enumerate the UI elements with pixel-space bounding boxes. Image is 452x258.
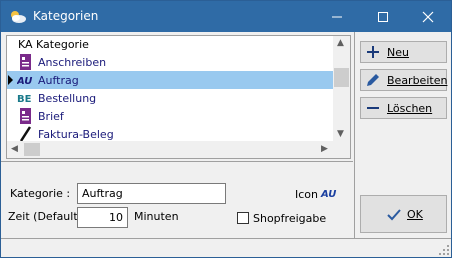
close-icon <box>422 11 434 23</box>
minus-icon <box>367 107 379 109</box>
maximize-button[interactable] <box>360 1 406 32</box>
kategorien-window: Kategorien KA Kategorie Anschreiben AU A… <box>0 0 452 258</box>
scroll-down-icon[interactable]: ▼ <box>337 130 344 139</box>
ok-button[interactable]: OK <box>360 195 447 233</box>
pen-icon <box>19 126 32 142</box>
au-text-icon: AU <box>17 76 32 87</box>
current-row-marker-icon <box>8 75 13 85</box>
be-text-icon: BE <box>17 94 32 105</box>
checkmark-icon <box>387 209 401 221</box>
maximize-icon <box>378 12 388 22</box>
svg-text:BE: BE <box>17 94 32 105</box>
horizontal-scrollbar[interactable]: ◀ ▶ <box>7 141 334 158</box>
divider <box>1 161 353 162</box>
list-header: KA Kategorie <box>7 36 334 53</box>
icon-label: Icon <box>295 188 318 201</box>
minimize-button[interactable] <box>314 1 360 32</box>
plus-icon <box>367 46 379 58</box>
purple-document-icon <box>20 54 31 70</box>
bearbeiten-button-label: Bearbeiten <box>387 74 448 87</box>
svg-text:AU: AU <box>320 189 336 200</box>
bearbeiten-button[interactable]: Bearbeiten <box>360 69 447 91</box>
status-bar <box>1 238 451 257</box>
list-item-label: Auftrag <box>38 74 79 87</box>
list-item-label: Bestellung <box>38 92 97 105</box>
vertical-scroll-thumb[interactable] <box>334 68 349 87</box>
scroll-up-icon[interactable]: ▲ <box>337 39 344 48</box>
close-button[interactable] <box>405 1 451 32</box>
window-title: Kategorien <box>33 9 99 23</box>
scroll-right-icon[interactable]: ▶ <box>321 145 328 154</box>
zeit-input[interactable] <box>77 207 128 228</box>
action-panel: Neu Bearbeiten Löschen OK <box>354 32 451 238</box>
list-item[interactable]: Brief <box>7 107 334 125</box>
column-header-ka[interactable]: KA <box>18 38 33 51</box>
svg-text:AU: AU <box>17 76 32 87</box>
resize-grip-icon[interactable] <box>439 245 449 255</box>
au-preview-icon[interactable]: AU <box>320 185 340 201</box>
loeschen-button-label: Löschen <box>387 102 433 115</box>
list-item[interactable]: BE Bestellung <box>7 89 334 107</box>
horizontal-scroll-thumb[interactable] <box>24 143 40 156</box>
kategorie-label: Kategorie : <box>10 187 71 200</box>
ok-button-label: OK <box>407 208 423 221</box>
neu-button[interactable]: Neu <box>360 41 447 63</box>
column-header-kategorie[interactable]: Kategorie <box>36 38 89 51</box>
loeschen-button[interactable]: Löschen <box>360 97 447 119</box>
minuten-label: Minuten <box>134 210 179 223</box>
scroll-corner <box>333 141 350 158</box>
scroll-left-icon[interactable]: ◀ <box>11 145 18 154</box>
title-bar[interactable]: Kategorien <box>1 1 451 32</box>
vertical-scrollbar[interactable]: ▲ ▼ <box>333 36 350 142</box>
pencil-icon <box>367 74 379 86</box>
kategorie-input[interactable] <box>77 183 226 204</box>
zeit-label: Zeit (Default): <box>8 210 86 223</box>
list-item[interactable]: Anschreiben <box>7 53 334 71</box>
shopfreigabe-label[interactable]: Shopfreigabe <box>253 212 326 225</box>
list-item-label: Brief <box>38 110 64 123</box>
app-cloud-icon <box>11 11 26 23</box>
shopfreigabe-checkbox[interactable] <box>237 212 249 224</box>
minimize-icon <box>332 16 342 18</box>
list-item-label: Anschreiben <box>38 56 107 69</box>
category-list[interactable]: KA Kategorie Anschreiben AU Auftrag BE B… <box>6 35 351 159</box>
purple-document-icon <box>20 108 31 124</box>
list-item-selected[interactable]: AU Auftrag <box>7 71 334 89</box>
neu-button-label: Neu <box>387 46 409 59</box>
list-item-label: Faktura-Beleg <box>38 128 114 141</box>
